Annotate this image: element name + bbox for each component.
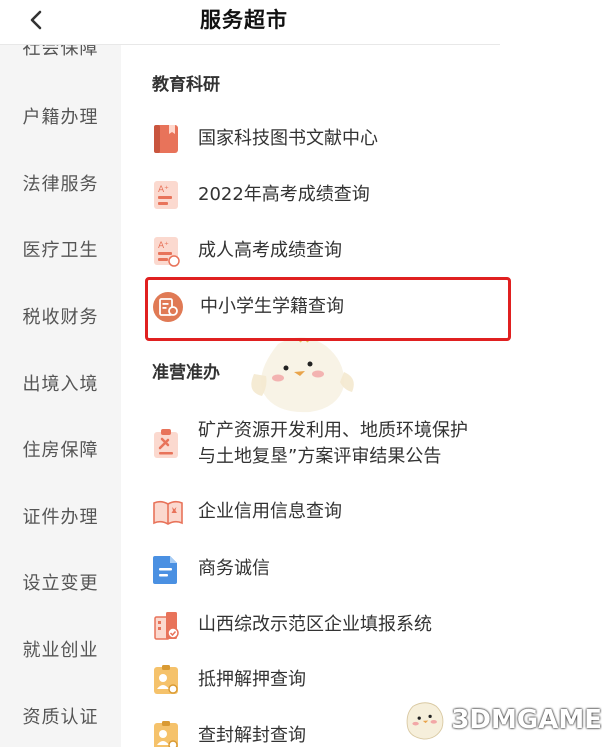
service-item-adult-exam-score[interactable]: A⁺ 成人高考成绩查询 [152, 235, 532, 267]
sidebar-item-employment[interactable]: 就业创业 [0, 636, 121, 662]
mining-report-icon [154, 429, 178, 458]
service-label: 查封解封查询 [198, 725, 306, 746]
section-title-business-permits: 准营准办 [152, 363, 220, 383]
section-title-education: 教育科研 [152, 75, 220, 95]
id-card-icon [154, 721, 178, 747]
service-label: 2022年高考成绩查询 [198, 184, 370, 205]
service-list: 教育科研 国家科技图书文献中心 A⁺ 2022年高考成绩查询 A⁺ 成人高考成绩… [121, 44, 602, 747]
service-item-business-integrity[interactable]: 商务诚信 [152, 553, 532, 585]
service-item-shanxi-enterprise-system[interactable]: 山西综改示范区企业填报系统 [152, 609, 532, 641]
mascot-logo-icon [406, 702, 444, 740]
service-label-line1: 矿产资源开发利用、地质环境保护 [198, 420, 468, 441]
sidebar-item-household[interactable]: 户籍办理 [0, 103, 121, 129]
top-bar: 服务超市 [0, 0, 500, 45]
service-item-gaokao-score[interactable]: A⁺ 2022年高考成绩查询 [152, 179, 532, 211]
adult-exam-score-icon: A⁺ [154, 237, 180, 267]
mascot-watermark-icon [251, 337, 354, 413]
chevron-left-icon [30, 10, 42, 30]
sidebar-item-registration-change[interactable]: 设立变更 [0, 569, 121, 595]
watermark-text: 3DMGAME [451, 705, 602, 735]
back-button[interactable] [22, 6, 50, 34]
document-icon [153, 556, 177, 584]
sidebar-item-qualification[interactable]: 资质认证 [0, 703, 121, 729]
sidebar-item-legal[interactable]: 法律服务 [0, 170, 121, 196]
service-label: 中小学生学籍查询 [200, 296, 344, 317]
library-book-icon [154, 125, 178, 153]
page-title: 服务超市 [200, 8, 288, 32]
service-item-library[interactable]: 国家科技图书文献中心 [152, 123, 532, 155]
sidebar-item-immigration[interactable]: 出境入境 [0, 370, 121, 396]
sidebar-item-social-security[interactable]: 社会保障 [0, 44, 121, 60]
svg-text:A⁺: A⁺ [158, 241, 169, 251]
category-sidebar: 社会保障 户籍办理 法律服务 医疗卫生 税收财务 出境入境 住房保障 证件办理 … [0, 44, 121, 747]
sidebar-item-medical[interactable]: 医疗卫生 [0, 236, 121, 262]
service-label: 成人高考成绩查询 [198, 240, 342, 261]
sidebar-item-housing[interactable]: 住房保障 [0, 436, 121, 462]
svg-text:A⁺: A⁺ [158, 185, 169, 195]
student-record-icon [153, 292, 183, 322]
service-label: 国家科技图书文献中心 [198, 128, 378, 149]
building-check-icon [154, 612, 179, 640]
service-item-student-record[interactable]: 中小学生学籍查询 [152, 291, 532, 323]
sidebar-item-tax[interactable]: 税收财务 [0, 303, 121, 329]
service-label: 商务诚信 [198, 558, 270, 579]
id-card-icon [154, 665, 178, 694]
service-label: 企业信用信息查询 [198, 501, 342, 522]
service-label-line2: 与土地复垦”方案评审结果公告 [198, 446, 442, 467]
sidebar-item-certificates[interactable]: 证件办理 [0, 503, 121, 529]
service-label: 抵押解押查询 [198, 669, 306, 690]
service-item-mining-report[interactable]: 矿产资源开发利用、地质环境保护 与土地复垦”方案评审结果公告 [152, 418, 532, 470]
exam-score-icon: A⁺ [154, 181, 178, 209]
service-item-credit-query[interactable]: 企业信用信息查询 [152, 498, 532, 526]
open-book-icon [153, 500, 183, 525]
watermark-logo: 3DMGAME [402, 694, 602, 746]
service-item-mortgage-query[interactable]: 抵押解押查询 [152, 664, 532, 696]
service-label: 山西综改示范区企业填报系统 [198, 614, 432, 635]
